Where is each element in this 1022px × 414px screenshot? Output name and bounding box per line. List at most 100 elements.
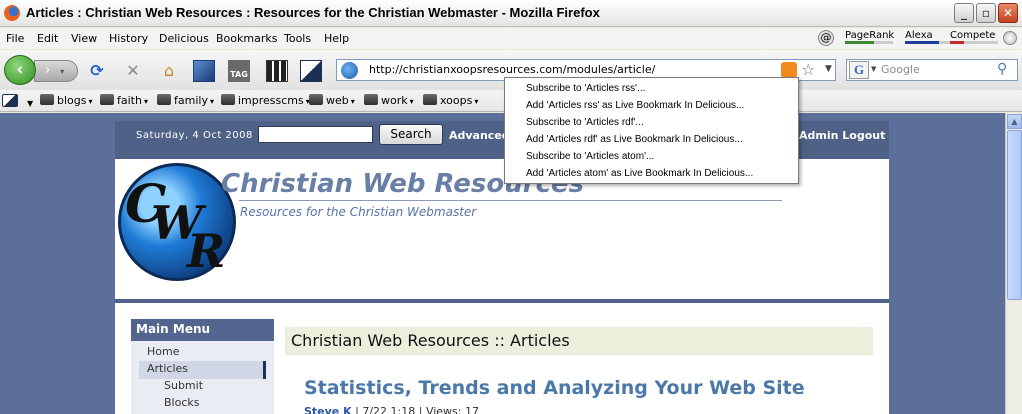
at-icon[interactable]: @ [818,30,834,46]
menu-history[interactable]: History [109,32,148,45]
screengrab-icon[interactable] [266,60,288,82]
site-search-button[interactable]: Search [379,124,443,145]
bookmark-folder-xoops[interactable]: xoops ▾ [423,94,478,107]
chevron-down-icon: ▾ [409,97,414,106]
firefox-icon [4,5,20,21]
article-author-link[interactable]: Steve K [304,405,352,414]
forward-icon: › [45,63,51,78]
menu-item-livebookmark-atom[interactable]: Add 'Articles atom' as Live Bookmark In … [526,168,753,179]
search-icon[interactable]: ⚲ [997,61,1007,77]
bookmark-label: xoops [440,94,473,107]
bookmarks-toolbar-icon [2,94,18,107]
page-viewport: Saturday, 4 Oct 2008 Search Advanced Adm… [0,113,1005,414]
home-icon[interactable]: ⌂ [158,60,180,82]
bookmark-label: faith [117,94,142,107]
url-dropdown-icon[interactable]: ▼ [825,64,832,74]
bookmark-label: family [174,94,208,107]
folder-icon [309,94,323,105]
pagerank-meter[interactable]: PageRank [845,30,895,48]
addon-globe-icon[interactable] [1003,31,1017,45]
contrast-icon[interactable] [300,60,322,82]
close-window-button[interactable]: ✕ [998,3,1018,23]
bookmark-star-icon[interactable]: ☆ [801,60,815,79]
folder-icon [364,94,378,105]
forward-button[interactable]: › ▾ [34,60,78,82]
compete-label: Compete [950,30,996,41]
cwr-logo: C W R [118,163,236,281]
alexa-label: Alexa [905,30,933,41]
menu-edit[interactable]: Edit [37,32,58,45]
window-title: Articles : Christian Web Resources : Res… [26,5,600,20]
bookmark-icon[interactable] [193,60,215,82]
menu-item-livebookmark-rdf[interactable]: Add 'Articles rdf' as Live Bookmark In D… [526,134,743,145]
chevron-down-icon: ▾ [88,97,93,106]
chevron-down-icon: ▾ [350,97,355,106]
sidebar-item-articles[interactable]: Articles [147,362,188,375]
bookmark-label: blogs [57,94,87,107]
search-bar[interactable]: G ▼ Google ⚲ [846,59,1018,81]
compete-fill [950,41,965,44]
menu-tools[interactable]: Tools [284,32,311,45]
folder-icon [221,94,235,105]
bookmark-folder-faith[interactable]: faith ▾ [100,94,148,107]
stop-icon[interactable]: ✕ [122,60,144,82]
chevron-down-icon: ▼ [27,99,34,108]
history-dropdown-icon[interactable]: ▾ [60,67,64,76]
article-meta: Steve K | 7/22 1:18 | Views: 17 [304,405,479,414]
folder-icon [423,94,437,105]
back-button[interactable]: ‹ [4,55,36,85]
rss-feed-icon[interactable] [781,62,797,78]
alexa-meter[interactable]: Alexa [905,30,955,48]
page-heading: Christian Web Resources :: Articles [285,327,873,355]
tag-icon[interactable]: TAG [228,60,250,82]
feed-subscribe-menu: Subscribe to 'Articles rss'... Add 'Arti… [504,77,799,184]
vertical-scrollbar[interactable]: ▲ [1005,113,1022,414]
bookmark-folder-web[interactable]: web ▾ [309,94,355,107]
advanced-search-link[interactable]: Advanced [449,129,510,142]
folder-icon [100,94,114,105]
article-meta-text: | 7/22 1:18 | Views: 17 [355,405,479,414]
site-search-input[interactable] [258,126,373,143]
menu-delicious[interactable]: Delicious [159,32,209,45]
site-identity-icon[interactable] [341,62,358,79]
sidebar-item-submit[interactable]: Submit [164,379,203,392]
menu-item-livebookmark-rss[interactable]: Add 'Articles rss' as Live Bookmark In D… [526,100,744,111]
pagerank-fill [845,41,874,44]
search-placeholder[interactable]: Google [881,63,920,76]
bookmark-folder-work[interactable]: work ▾ [364,94,414,107]
window-titlebar: Articles : Christian Web Resources : Res… [0,0,1022,27]
minimize-button[interactable]: _ [954,3,974,23]
pagerank-label: PageRank [845,30,895,41]
logo-letter-r: R [187,224,226,278]
url-text[interactable]: http://christianxoopsresources.com/modul… [369,63,655,76]
engine-dropdown-icon[interactable]: ▼ [871,65,876,73]
bookmarks-menu-button[interactable]: ▼ [2,94,33,109]
chevron-down-icon: ▾ [474,97,479,106]
menu-item-subscribe-atom[interactable]: Subscribe to 'Articles atom'... [526,151,654,162]
reload-icon[interactable]: ⟳ [86,60,108,82]
chevron-down-icon: ▾ [209,97,214,106]
compete-meter[interactable]: Compete [950,30,1000,48]
menu-bookmarks[interactable]: Bookmarks [216,32,277,45]
bookmark-folder-blogs[interactable]: blogs ▾ [40,94,93,107]
google-engine-icon[interactable]: G [849,61,869,79]
scrollbar-thumb[interactable] [1007,130,1022,300]
bookmark-folder-impresscms[interactable]: impresscms ▾ [221,94,310,107]
menu-item-subscribe-rss[interactable]: Subscribe to 'Articles rss'... [526,83,645,94]
main-menu-heading: Main Menu [131,319,274,341]
main-menu-block: Main Menu Home Articles Submit Blocks [131,319,274,414]
site-date: Saturday, 4 Oct 2008 [136,130,253,141]
menu-help[interactable]: Help [324,32,349,45]
maximize-button[interactable]: ▫ [976,3,996,23]
menu-item-subscribe-rdf[interactable]: Subscribe to 'Articles rdf'... [526,117,644,128]
bookmark-folder-family[interactable]: family ▾ [157,94,214,107]
back-icon: ‹ [16,59,24,80]
admin-logout-link[interactable]: Admin Logout [799,129,885,142]
article-title[interactable]: Statistics, Trends and Analyzing Your We… [304,377,805,399]
sidebar-item-home[interactable]: Home [147,345,179,358]
folder-icon [40,94,54,105]
sidebar-item-blocks[interactable]: Blocks [164,396,199,409]
menu-file[interactable]: File [6,32,24,45]
scroll-up-arrow-icon[interactable]: ▲ [1007,114,1022,129]
menu-view[interactable]: View [71,32,97,45]
